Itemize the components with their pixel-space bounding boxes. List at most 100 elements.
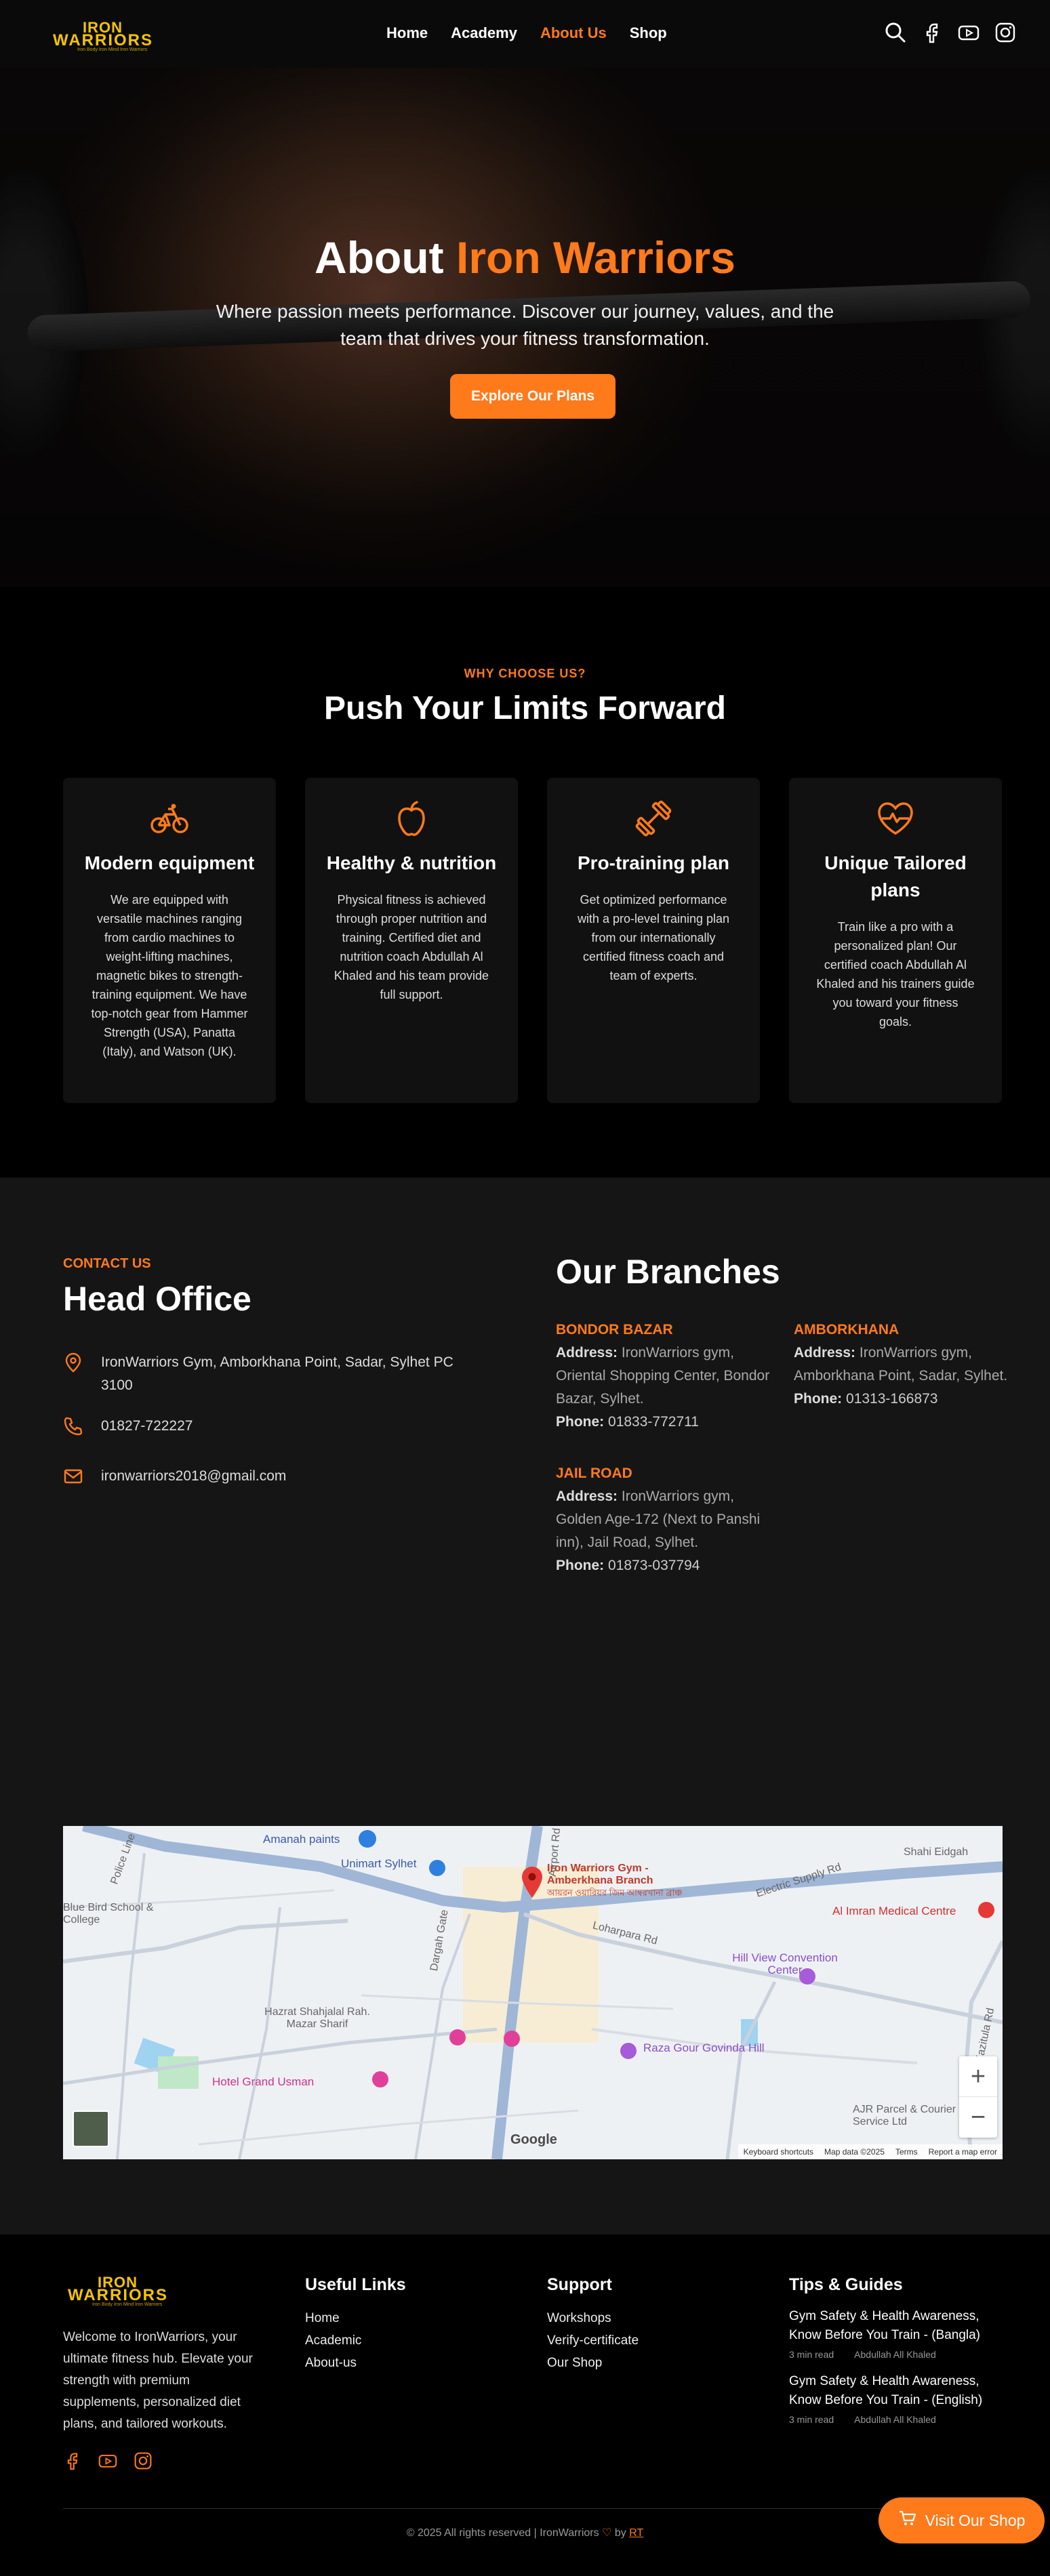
visit-shop-button[interactable]: Visit Our Shop [879, 2497, 1045, 2543]
visit-shop-label: Visit Our Shop [925, 2511, 1026, 2529]
apple-icon [391, 798, 432, 839]
card-text: Train like a pro with a personalized pla… [816, 920, 975, 1029]
branch-name: AMBORKHANA [794, 1322, 900, 1337]
tip-author: Abdullah All Khaled [854, 2349, 936, 2360]
footer-link-workshops[interactable]: Workshops [547, 2307, 639, 2329]
hero-title: About Iron Warriors [315, 232, 735, 283]
heart-icon: ♡ [602, 2527, 612, 2539]
branch-name: BONDOR BAZAR [556, 1322, 673, 1337]
branch-phone: 01873-037794 [608, 1558, 700, 1573]
map-zoom-control: + − [959, 2056, 997, 2138]
nav-about-us[interactable]: About Us [540, 24, 607, 42]
map-pin-icon[interactable] [521, 1865, 544, 1898]
youtube-icon[interactable] [98, 2451, 117, 2470]
google-map[interactable]: Iron Warriors Gym - Amberkhana Branch আয়… [63, 1826, 1003, 2159]
head-office-title: Head Office [63, 1280, 251, 1318]
footer-logo[interactable]: IRON WARRIORS Iron Body Iron Mind Iron W… [68, 2274, 169, 2307]
nav-home[interactable]: Home [386, 24, 428, 42]
email-text: ironwarriors2018@gmail.com [101, 1468, 287, 1484]
tip-read-time: 3 min read [789, 2349, 834, 2360]
map-pin-icon [63, 1352, 83, 1373]
logo-tagline: Iron Body Iron Mind Iron Warriors [77, 47, 148, 52]
zoom-out-button[interactable]: − [959, 2097, 997, 2138]
feature-card: Modern equipment We are equipped with ve… [63, 778, 276, 1103]
branch-phone: 01313-166873 [846, 1391, 938, 1407]
column-title: Support [547, 2275, 612, 2294]
column-title: Useful Links [305, 2275, 406, 2294]
cart-icon [898, 2509, 917, 2532]
tip-item[interactable]: Gym Safety & Health Awareness, Know Befo… [789, 2307, 1006, 2360]
map-place-label: AJR Parcel & Courier Service Ltd [853, 2104, 956, 2127]
map-poi-icon[interactable] [620, 2043, 637, 2059]
top-navbar: IRON WARRIORS Iron Body Iron Mind Iron W… [0, 0, 1050, 68]
tip-title[interactable]: Gym Safety & Health Awareness, Know Befo… [789, 2372, 1006, 2410]
nav-shop[interactable]: Shop [630, 24, 667, 42]
contact-kicker: CONTACT US [63, 1256, 151, 1271]
mail-icon [63, 1466, 83, 1487]
contact-phone[interactable]: 01827-722227 [63, 1415, 193, 1438]
zoom-in-button[interactable]: + [959, 2056, 997, 2097]
facebook-icon[interactable] [921, 22, 943, 43]
card-text: Get optimized performance with a pro-lev… [577, 893, 730, 982]
bicycle-icon [149, 798, 190, 839]
map-poi-icon[interactable] [372, 2071, 388, 2087]
map-place-label: Unimart Sylhet [341, 1857, 417, 1870]
card-text: Physical fitness is achieved through pro… [334, 893, 489, 1001]
map-poi-icon[interactable] [799, 1968, 815, 1985]
column-title: Tips & Guides [789, 2275, 903, 2294]
tips-column: Tips & Guides Gym Safety & Health Awaren… [789, 2275, 1006, 2437]
map-place-label: Hill View Convention Center [732, 1951, 838, 1976]
instagram-icon[interactable] [994, 22, 1016, 43]
contact-email[interactable]: ironwarriors2018@gmail.com [63, 1465, 286, 1488]
explore-plans-button[interactable]: Explore Our Plans [450, 374, 615, 419]
map-poi-icon[interactable] [978, 1902, 994, 1918]
footer-link-shop[interactable]: Our Shop [547, 2352, 639, 2374]
dumbbell-icon [633, 798, 674, 839]
map-poi-icon[interactable] [429, 1860, 445, 1876]
feature-card: Pro-training plan Get optimized performa… [547, 778, 760, 1103]
feature-card: Unique Tailored plans Train like a pro w… [789, 778, 1002, 1103]
contact-address: IronWarriors Gym, Amborkhana Point, Sada… [63, 1351, 470, 1397]
card-title: Healthy & nutrition [326, 852, 497, 873]
map-poi-icon[interactable] [504, 2031, 520, 2047]
map-layer-thumbnail[interactable] [73, 2111, 109, 2147]
branch-item: AMBORKHANA Address: IronWarriors gym, Am… [794, 1318, 1011, 1411]
address-text: IronWarriors Gym, Amborkhana Point, Sada… [101, 1354, 453, 1393]
map-poi-icon[interactable] [359, 1830, 376, 1848]
map-place-label: Hotel Grand Usman [212, 2075, 315, 2088]
hero-section: About Iron Warriors Where passion meets … [0, 68, 1050, 587]
footer-link-home[interactable]: Home [305, 2307, 406, 2329]
heart-pulse-icon [875, 798, 916, 839]
tip-read-time: 3 min read [789, 2414, 834, 2425]
keyboard-shortcuts-link[interactable]: Keyboard shortcuts [744, 2147, 813, 2157]
phone-text: 01827-722227 [101, 1418, 193, 1434]
logo[interactable]: IRON WARRIORS Iron Body Iron Mind Iron W… [53, 19, 155, 52]
tip-author: Abdullah All Khaled [854, 2414, 936, 2425]
instagram-icon[interactable] [134, 2451, 153, 2470]
footer-link-about[interactable]: About-us [305, 2352, 406, 2374]
youtube-icon[interactable] [958, 22, 980, 43]
map-poi-icon[interactable] [449, 2029, 466, 2045]
nav-academy[interactable]: Academy [451, 24, 517, 42]
support-column: Support Workshops Verify-certificate Our… [547, 2275, 639, 2374]
tip-item[interactable]: Gym Safety & Health Awareness, Know Befo… [789, 2372, 1006, 2425]
map-pin-label: Iron Warriors Gym - Amberkhana Branch আয়… [547, 1863, 683, 1898]
search-icon[interactable] [885, 22, 906, 43]
terms-link[interactable]: Terms [895, 2147, 918, 2157]
card-text: We are equipped with versatile machines … [91, 893, 248, 1058]
map-place-label: Amanah paints [263, 1833, 340, 1846]
footer-divider [63, 2508, 1003, 2509]
branch-name: JAIL ROAD [556, 1466, 632, 1481]
branch-phone: 01833-772711 [608, 1414, 699, 1430]
hero-subtitle: Where passion meets performance. Discove… [216, 301, 834, 349]
tip-title[interactable]: Gym Safety & Health Awareness, Know Befo… [789, 2307, 1006, 2345]
report-error-link[interactable]: Report a map error [929, 2147, 997, 2157]
footer-link-verify[interactable]: Verify-certificate [547, 2329, 639, 2352]
map-place-label: Hazrat Shahjalal Rah. Mazar Sharif [264, 2006, 370, 2030]
facebook-icon[interactable] [63, 2451, 82, 2470]
footer-description: Welcome to IronWarriors, your ultimate f… [63, 2330, 253, 2431]
footer-link-academic[interactable]: Academic [305, 2329, 406, 2352]
author-link[interactable]: RT [629, 2527, 643, 2539]
map-attribution: Keyboard shortcuts Map data ©2025 Terms … [738, 2144, 1003, 2159]
map-place-label: Shahi Eidgah [904, 1846, 969, 1858]
